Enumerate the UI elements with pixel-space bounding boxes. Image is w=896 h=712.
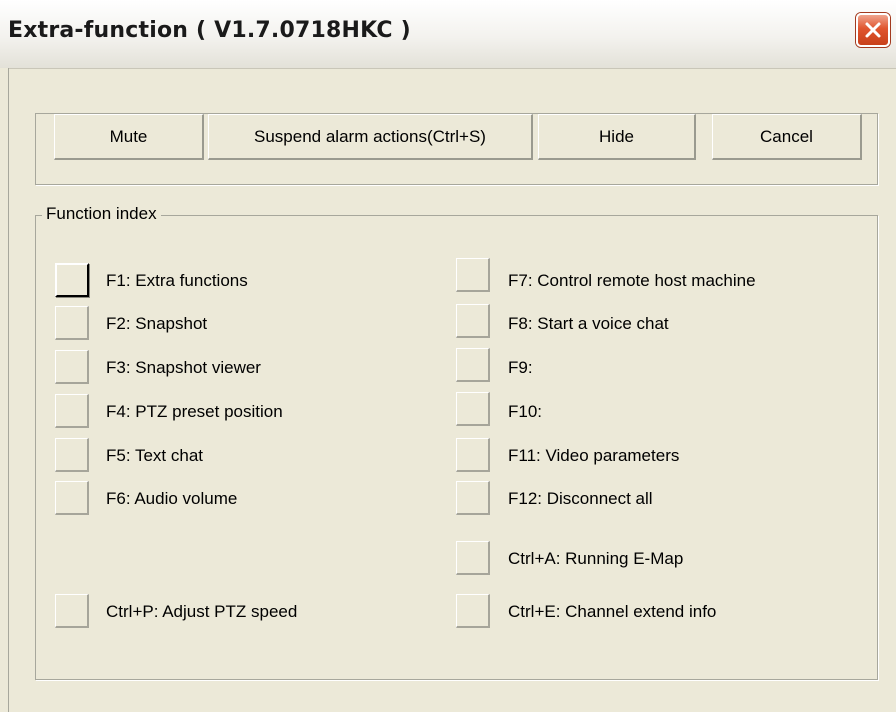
title-bar[interactable]: Extra-function ( V1.7.0718HKC ) <box>0 0 896 69</box>
f6-label: F6: Audio volume <box>106 489 238 508</box>
f6-button[interactable] <box>55 481 89 515</box>
close-button[interactable] <box>856 13 890 47</box>
f9-label: F9: <box>508 358 533 377</box>
f7-label: F7: Control remote host machine <box>508 271 756 290</box>
ctrl-e-button[interactable] <box>456 594 490 628</box>
ctrl-a-button[interactable] <box>456 541 490 575</box>
ctrl-p-label: Ctrl+P: Adjust PTZ speed <box>106 602 298 621</box>
f3-button[interactable] <box>55 350 89 384</box>
f3-label: F3: Snapshot viewer <box>106 358 261 377</box>
f10-label: F10: <box>508 402 543 421</box>
f4-label: F4: PTZ preset position <box>106 402 283 421</box>
f1-button[interactable] <box>55 263 89 297</box>
function-index-legend: Function index <box>42 204 161 224</box>
f2-button[interactable] <box>55 306 89 340</box>
window-title: Extra-function ( V1.7.0718HKC ) <box>8 18 411 43</box>
f9-button[interactable] <box>456 348 490 382</box>
cancel-button[interactable]: Cancel <box>712 114 862 160</box>
f8-button[interactable] <box>456 304 490 338</box>
f10-button[interactable] <box>456 392 490 426</box>
window-left-border <box>0 68 9 712</box>
f5-label: F5: Text chat <box>106 446 204 465</box>
ctrl-p-button[interactable] <box>55 594 89 628</box>
f7-button[interactable] <box>456 258 490 292</box>
ctrl-a-label: Ctrl+A: Running E-Map <box>508 549 684 568</box>
f2-label: F2: Snapshot <box>106 314 208 333</box>
f1-label: F1: Extra functions <box>106 271 248 290</box>
ctrl-e-label: Ctrl+E: Channel extend info <box>508 602 717 621</box>
f5-button[interactable] <box>55 438 89 472</box>
f8-label: F8: Start a voice chat <box>508 314 669 333</box>
f4-button[interactable] <box>55 394 89 428</box>
mute-button[interactable]: Mute <box>54 114 204 160</box>
f11-button[interactable] <box>456 438 490 472</box>
hide-button[interactable]: Hide <box>538 114 696 160</box>
suspend-alarm-button[interactable]: Suspend alarm actions(Ctrl+S) <box>208 114 533 160</box>
f11-label: F11: Video parameters <box>508 446 680 465</box>
f12-label: F12: Disconnect all <box>508 489 653 508</box>
f12-button[interactable] <box>456 481 490 515</box>
